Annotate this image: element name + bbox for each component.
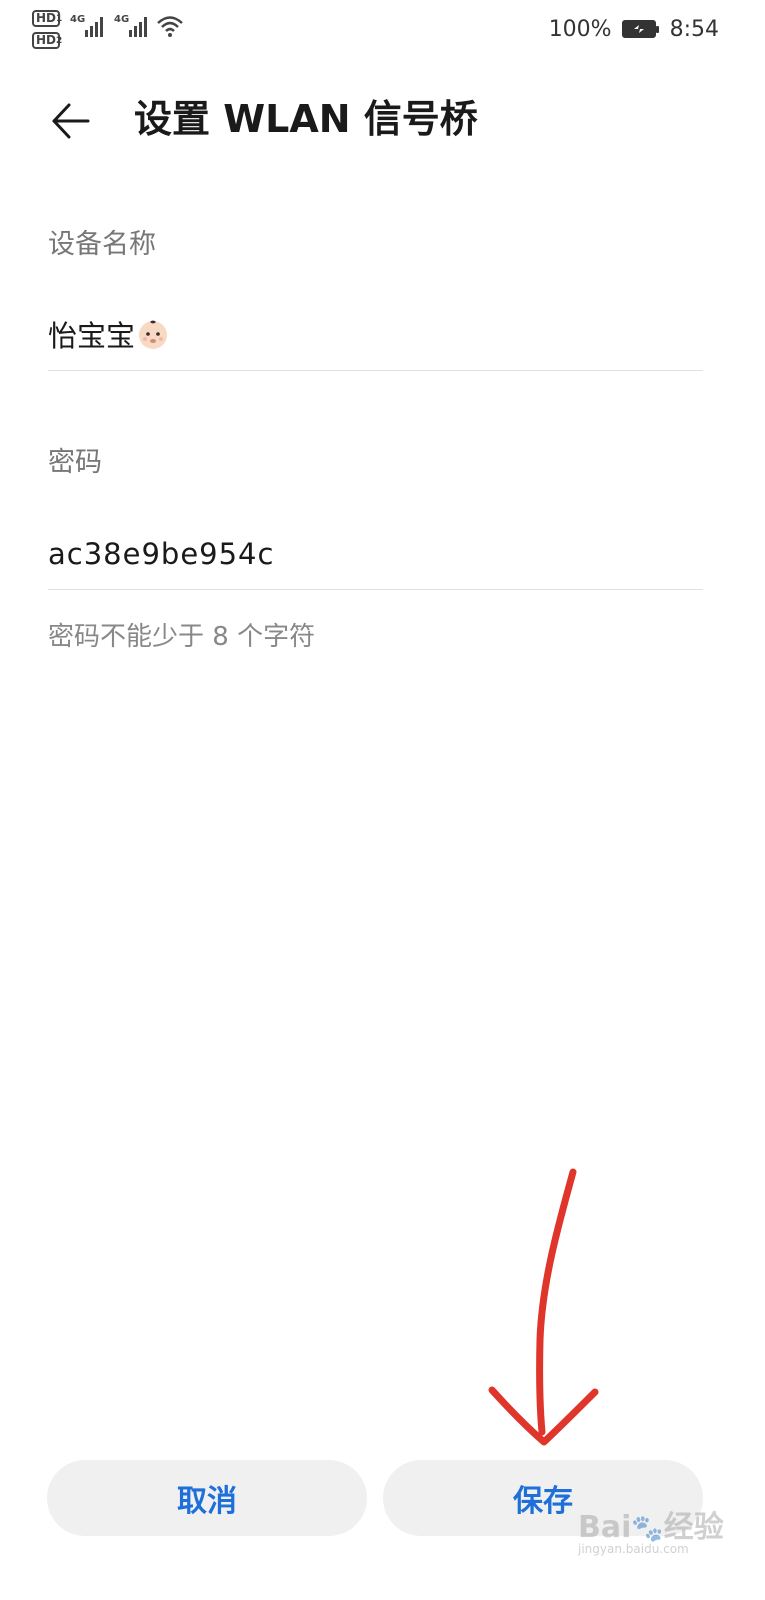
annotation-arrow-icon (488, 1168, 599, 1446)
network-type-2: 4G (114, 14, 130, 25)
password-field[interactable]: ac38e9be954c (48, 532, 274, 576)
watermark-url: jingyan.baidu.com (578, 1542, 689, 1556)
password-label: 密码 (48, 447, 102, 478)
cancel-button[interactable]: 取消 (47, 1460, 367, 1536)
divider (48, 589, 703, 590)
status-bar: HD 1 HD 2 4G 4G 100% 8:54 (0, 0, 765, 60)
battery-charging-icon (621, 20, 659, 38)
wifi-icon (157, 16, 183, 37)
device-name-field[interactable]: 怡宝宝 (48, 312, 169, 356)
back-button[interactable] (44, 94, 98, 148)
hd2-sub: 2 (56, 36, 63, 46)
signal-icon (129, 17, 147, 37)
status-right-group: 100% 8:54 (549, 14, 719, 44)
password-value: ac38e9be954c (48, 537, 275, 571)
hd1-sub: 1 (56, 14, 63, 24)
arrow-left-icon (52, 103, 90, 139)
device-name-label: 设备名称 (48, 229, 156, 260)
battery-percent: 100% (548, 16, 612, 42)
network-type-1: 4G (70, 14, 86, 25)
signal-icon (85, 17, 103, 37)
divider (48, 370, 703, 371)
device-name-value: 怡宝宝 (48, 319, 136, 353)
clock: 8:54 (669, 16, 719, 42)
save-button[interactable]: 保存 (383, 1460, 703, 1536)
header: 设置 WLAN 信号桥 (0, 80, 765, 160)
password-hint: 密码不能少于 8 个字符 (48, 622, 316, 652)
baby-face-emoji (139, 320, 168, 349)
page-title: 设置 WLAN 信号桥 (134, 97, 478, 141)
